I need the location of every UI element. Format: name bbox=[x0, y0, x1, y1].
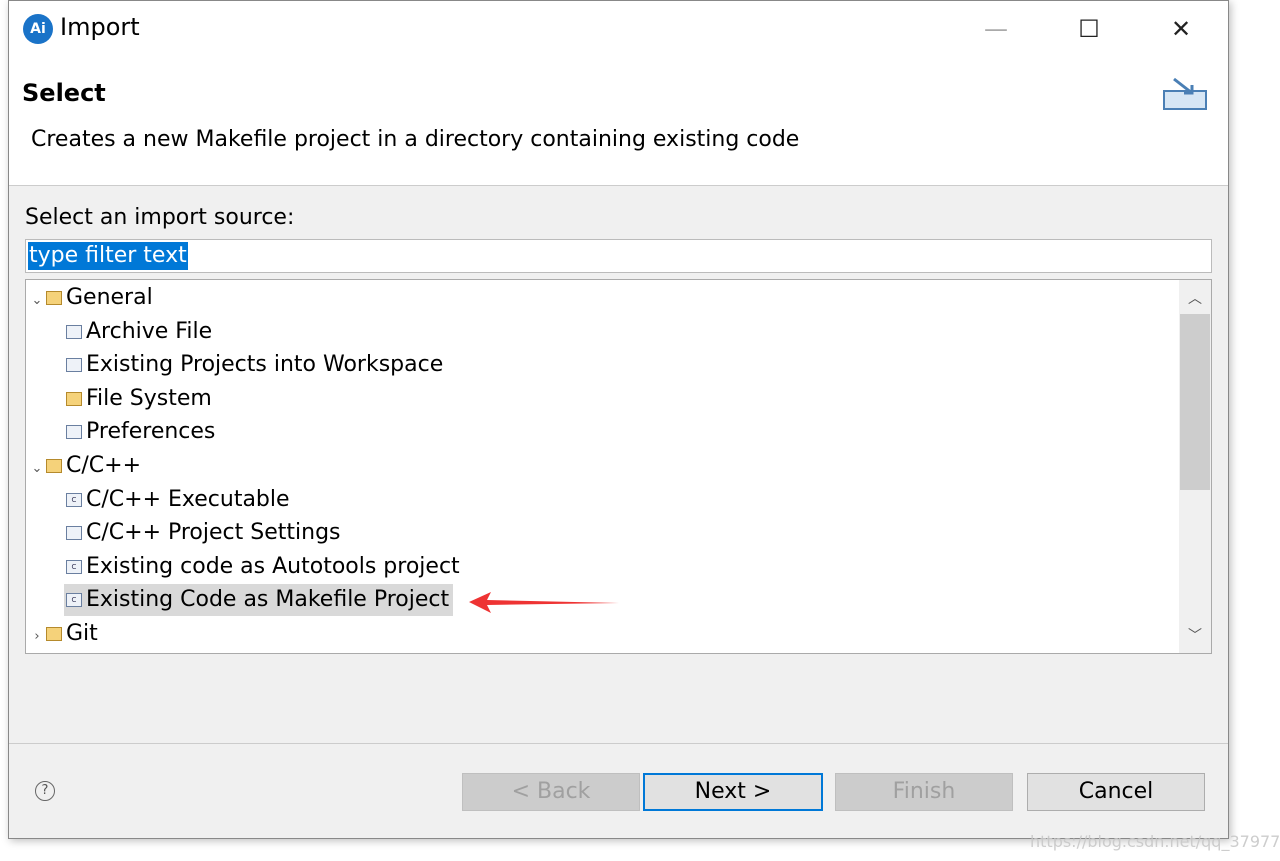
tree-item[interactable]: C C/C++ Executable bbox=[64, 484, 290, 516]
tree-item-label: Archive File bbox=[86, 318, 213, 344]
maximize-button[interactable]: ☐ bbox=[1066, 11, 1112, 47]
watermark: https://blog.csdn.net/qq_37977847 bbox=[1030, 832, 1280, 851]
finish-button[interactable]: Finish bbox=[835, 773, 1013, 811]
minimize-button[interactable]: — bbox=[973, 11, 1019, 47]
page-title: Select bbox=[22, 79, 106, 107]
projects-icon bbox=[66, 358, 82, 373]
tree-item[interactable]: › Git bbox=[30, 618, 98, 653]
folder-icon bbox=[66, 391, 82, 406]
next-button[interactable]: Next > bbox=[643, 773, 823, 811]
c-file-icon: C bbox=[66, 492, 82, 507]
filter-input[interactable]: type filter text bbox=[25, 239, 1212, 273]
help-icon[interactable]: ? bbox=[35, 781, 55, 801]
archive-icon bbox=[66, 324, 82, 339]
folder-icon bbox=[46, 459, 62, 473]
import-wizard-icon bbox=[1163, 77, 1207, 110]
tree-item-label: C/C++ bbox=[66, 453, 142, 478]
tree-item-label: Preferences bbox=[86, 419, 216, 445]
cancel-button[interactable]: Cancel bbox=[1027, 773, 1205, 811]
tree-item[interactable]: C Existing Code as Makefile Project bbox=[64, 584, 454, 617]
folder-icon bbox=[46, 291, 62, 305]
tree-item-label: Existing code as Autotools project bbox=[86, 553, 460, 579]
tree-item[interactable]: C Existing code as Autotools project bbox=[64, 551, 460, 583]
window-title: Import bbox=[60, 13, 140, 41]
import-source-label: Select an import source: bbox=[25, 205, 295, 230]
wizard-header: Select Creates a new Makefile project in… bbox=[9, 57, 1228, 186]
tree-item-label: C/C++ Executable bbox=[86, 486, 290, 512]
tree-item-label: Git bbox=[66, 621, 98, 646]
tree-item[interactable]: ⌄ C/C++ bbox=[30, 450, 141, 482]
tree-item[interactable]: File System bbox=[64, 383, 212, 415]
settings-icon bbox=[66, 526, 82, 541]
tree-item[interactable]: ⌄ General bbox=[30, 282, 153, 314]
tree-item-label: General bbox=[66, 285, 153, 310]
import-dialog: Ai Import — ☐ ✕ Select Creates a new Mak… bbox=[8, 0, 1229, 839]
annotation-arrow bbox=[469, 592, 619, 613]
tree-item-label: Existing Projects into Workspace bbox=[86, 352, 444, 378]
app-logo-icon: Ai bbox=[23, 14, 53, 44]
tree-item[interactable]: Existing Projects into Workspace bbox=[64, 349, 443, 381]
chevron-down-icon[interactable]: ⌄ bbox=[30, 453, 44, 485]
title-bar: Ai Import — ☐ ✕ bbox=[9, 1, 1228, 57]
tree-item[interactable]: Preferences bbox=[64, 416, 215, 448]
back-button[interactable]: < Back bbox=[462, 773, 640, 811]
tree-item-label: Existing Code as Makefile Project bbox=[86, 587, 450, 613]
cpp-project-icon: C bbox=[66, 559, 82, 574]
tree-item-label: File System bbox=[86, 385, 212, 411]
scroll-down-icon[interactable]: ﹀ bbox=[1179, 625, 1211, 645]
cpp-project-icon: C bbox=[66, 593, 82, 608]
scroll-up-icon[interactable]: ︿ bbox=[1179, 288, 1211, 308]
chevron-right-icon[interactable]: › bbox=[30, 621, 44, 653]
button-bar-separator bbox=[9, 743, 1228, 744]
page-description: Creates a new Makefile project in a dire… bbox=[31, 127, 800, 152]
tree-item-label: C/C++ Project Settings bbox=[86, 520, 341, 546]
filter-text: type filter text bbox=[28, 242, 188, 270]
scrollbar-thumb[interactable] bbox=[1180, 314, 1210, 490]
preferences-icon bbox=[66, 425, 82, 440]
chevron-down-icon[interactable]: ⌄ bbox=[30, 285, 44, 317]
tree-item[interactable]: Archive File bbox=[64, 316, 212, 348]
close-button[interactable]: ✕ bbox=[1158, 11, 1204, 47]
tree-item[interactable]: C/C++ Project Settings bbox=[64, 517, 341, 549]
scrollbar[interactable]: ︿ ﹀ bbox=[1179, 280, 1211, 653]
folder-icon bbox=[46, 627, 62, 641]
